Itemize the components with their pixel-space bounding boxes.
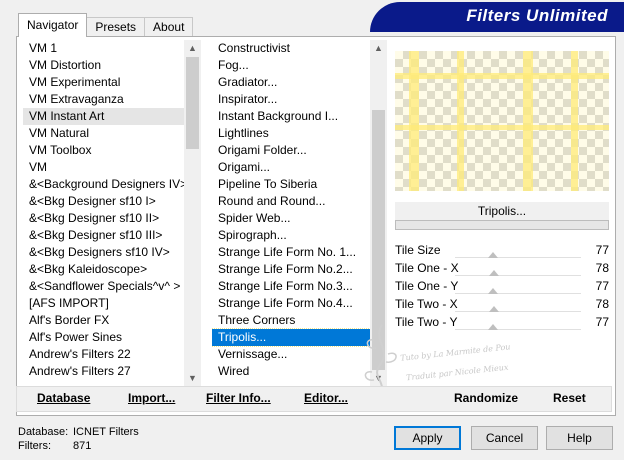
navigator-panel: VM 1 VM Distortion VM Experimental VM Extra…: [16, 36, 616, 416]
filter-list-item[interactable]: Fog...: [212, 57, 370, 74]
slider-handle-icon[interactable]: [487, 288, 498, 294]
reset-button[interactable]: Reset: [553, 391, 586, 405]
parameter-label: Tile One - Y: [395, 279, 459, 293]
filter-list-item[interactable]: Constructivist: [212, 40, 370, 57]
slider-handle-icon[interactable]: [489, 306, 500, 312]
filters-count-value: 871: [73, 440, 92, 452]
parameter-slider[interactable]: [455, 252, 581, 258]
filter-list-item[interactable]: Strange Life Form No. 1...: [212, 244, 370, 261]
filter-list-item[interactable]: Strange Life Form No.4...: [212, 295, 370, 312]
filter-list-item[interactable]: Strange Life Form No.2...: [212, 261, 370, 278]
category-list-item[interactable]: &<Bkg Kaleidoscope>: [23, 261, 185, 278]
toolbar: Database Import... Filter Info... Editor…: [16, 386, 612, 412]
parameter-value: 77: [595, 279, 609, 293]
filter-list-item[interactable]: Strange Life Form No.3...: [212, 278, 370, 295]
category-list-item[interactable]: &<Bkg Designer sf10 III>: [23, 227, 185, 244]
filter-list-item[interactable]: Inspirator...: [212, 91, 370, 108]
filter-list-item[interactable]: Tripolis...: [212, 328, 370, 347]
filter-list-item[interactable]: Pipeline To Siberia: [212, 176, 370, 193]
category-list-item[interactable]: VM Experimental: [23, 74, 185, 91]
category-list-item[interactable]: Andrew's Filters 22: [23, 346, 185, 363]
category-list-item[interactable]: VM Toolbox: [23, 142, 185, 159]
filters-unlimited-banner: Filters Unlimited: [370, 2, 624, 32]
filter-list-item[interactable]: Wired: [212, 363, 370, 380]
parameter-label: Tile Two - X: [395, 297, 458, 311]
category-list-item[interactable]: Alf's Border FX: [23, 312, 185, 329]
filter-list-item[interactable]: Lightlines: [212, 125, 370, 142]
filter-list-item[interactable]: Round and Round...: [212, 193, 370, 210]
database-value: ICNET Filters: [73, 426, 139, 438]
category-list-item[interactable]: &<Background Designers IV>: [23, 176, 185, 193]
filter-list-item[interactable]: Origami Folder...: [212, 142, 370, 159]
cancel-button[interactable]: Cancel: [471, 426, 538, 450]
category-scrollbar[interactable]: ▲ ▼: [184, 40, 201, 387]
category-list-item[interactable]: VM Distortion: [23, 57, 185, 74]
tab-bar: Navigator Presets About: [18, 13, 194, 37]
category-list-item[interactable]: VM Extravaganza: [23, 91, 185, 108]
preview-filter-name: Tripolis...: [395, 202, 609, 220]
category-list-item[interactable]: &<Bkg Designers sf10 IV>: [23, 244, 185, 261]
parameter-value: 78: [595, 297, 609, 311]
parameter-value: 77: [595, 315, 609, 329]
filter-list-item[interactable]: Spider Web...: [212, 210, 370, 227]
watermark-line-2: Traduit par Nicole Mieux: [405, 362, 509, 383]
randomize-button[interactable]: Randomize: [454, 391, 518, 405]
database-label: Database:: [18, 426, 69, 438]
scroll-up-icon[interactable]: ▲: [184, 40, 201, 57]
parameter-row: Tile Size 77: [395, 241, 609, 259]
parameter-slider[interactable]: [455, 270, 581, 276]
import-button[interactable]: Import...: [128, 391, 175, 405]
watermark-line-1: Tuto by La Marmite de Pou: [399, 342, 511, 363]
database-button[interactable]: Database: [37, 391, 90, 405]
parameter-row: Tile Two - X 78: [395, 295, 609, 313]
filter-list-item[interactable]: Instant Background I...: [212, 108, 370, 125]
slider-handle-icon[interactable]: [487, 252, 498, 258]
filter-list-item[interactable]: Spirograph...: [212, 227, 370, 244]
category-list-item[interactable]: [AFS IMPORT]: [23, 295, 185, 312]
parameter-value: 77: [595, 243, 609, 257]
tab-presets[interactable]: Presets: [86, 17, 146, 37]
scroll-up-icon[interactable]: ▲: [370, 40, 387, 57]
parameter-value: 78: [595, 261, 609, 275]
category-list-item[interactable]: VM: [23, 159, 185, 176]
apply-button[interactable]: Apply: [394, 426, 461, 450]
filter-list-item[interactable]: Origami...: [212, 159, 370, 176]
tab-navigator[interactable]: Navigator: [18, 13, 88, 37]
filter-list[interactable]: Constructivist Fog... Gradiator... Inspirat…: [212, 40, 370, 387]
filter-list-item[interactable]: Vernissage...: [212, 346, 370, 363]
filter-info-button[interactable]: Filter Info...: [206, 391, 271, 405]
scroll-down-icon[interactable]: ▼: [184, 370, 201, 387]
parameter-slider[interactable]: [455, 288, 581, 294]
slider-handle-icon[interactable]: [489, 270, 500, 276]
category-list-item[interactable]: VM Instant Art: [23, 108, 185, 125]
database-info: Database: ICNET Filters Filters: 871: [18, 425, 139, 453]
filter-list-item[interactable]: Gradiator...: [212, 74, 370, 91]
progress-bar: [395, 220, 609, 230]
editor-button[interactable]: Editor...: [304, 391, 348, 405]
category-list-item[interactable]: VM 1: [23, 40, 185, 57]
category-list-item[interactable]: &<Bkg Designer sf10 II>: [23, 210, 185, 227]
category-list[interactable]: VM 1 VM Distortion VM Experimental VM Extra…: [23, 40, 185, 387]
category-list-item[interactable]: Alf's Power Sines: [23, 329, 185, 346]
filters-count-label: Filters:: [18, 440, 51, 452]
category-list-item[interactable]: &<Bkg Designer sf10 I>: [23, 193, 185, 210]
parameter-label: Tile One - X: [395, 261, 459, 275]
help-button[interactable]: Help: [546, 426, 613, 450]
category-list-item[interactable]: &<Sandflower Specials^v^ >: [23, 278, 185, 295]
filter-preview: [395, 51, 609, 191]
category-list-item[interactable]: VM Natural: [23, 125, 185, 142]
parameter-label: Tile Size: [395, 243, 441, 257]
parameter-slider[interactable]: [455, 306, 581, 312]
category-list-item[interactable]: Andrew's Filters 27: [23, 363, 185, 380]
parameter-sliders: Tile Size 77 Tile One - X 78 Tile One - Y 77 T…: [395, 241, 609, 331]
scroll-thumb[interactable]: [186, 57, 199, 149]
tab-about[interactable]: About: [144, 17, 194, 37]
parameter-row: Tile One - X 78: [395, 259, 609, 277]
banner-title: Filters Unlimited: [466, 6, 608, 25]
filter-list-item[interactable]: Three Corners: [212, 312, 370, 329]
parameter-row: Tile One - Y 77: [395, 277, 609, 295]
